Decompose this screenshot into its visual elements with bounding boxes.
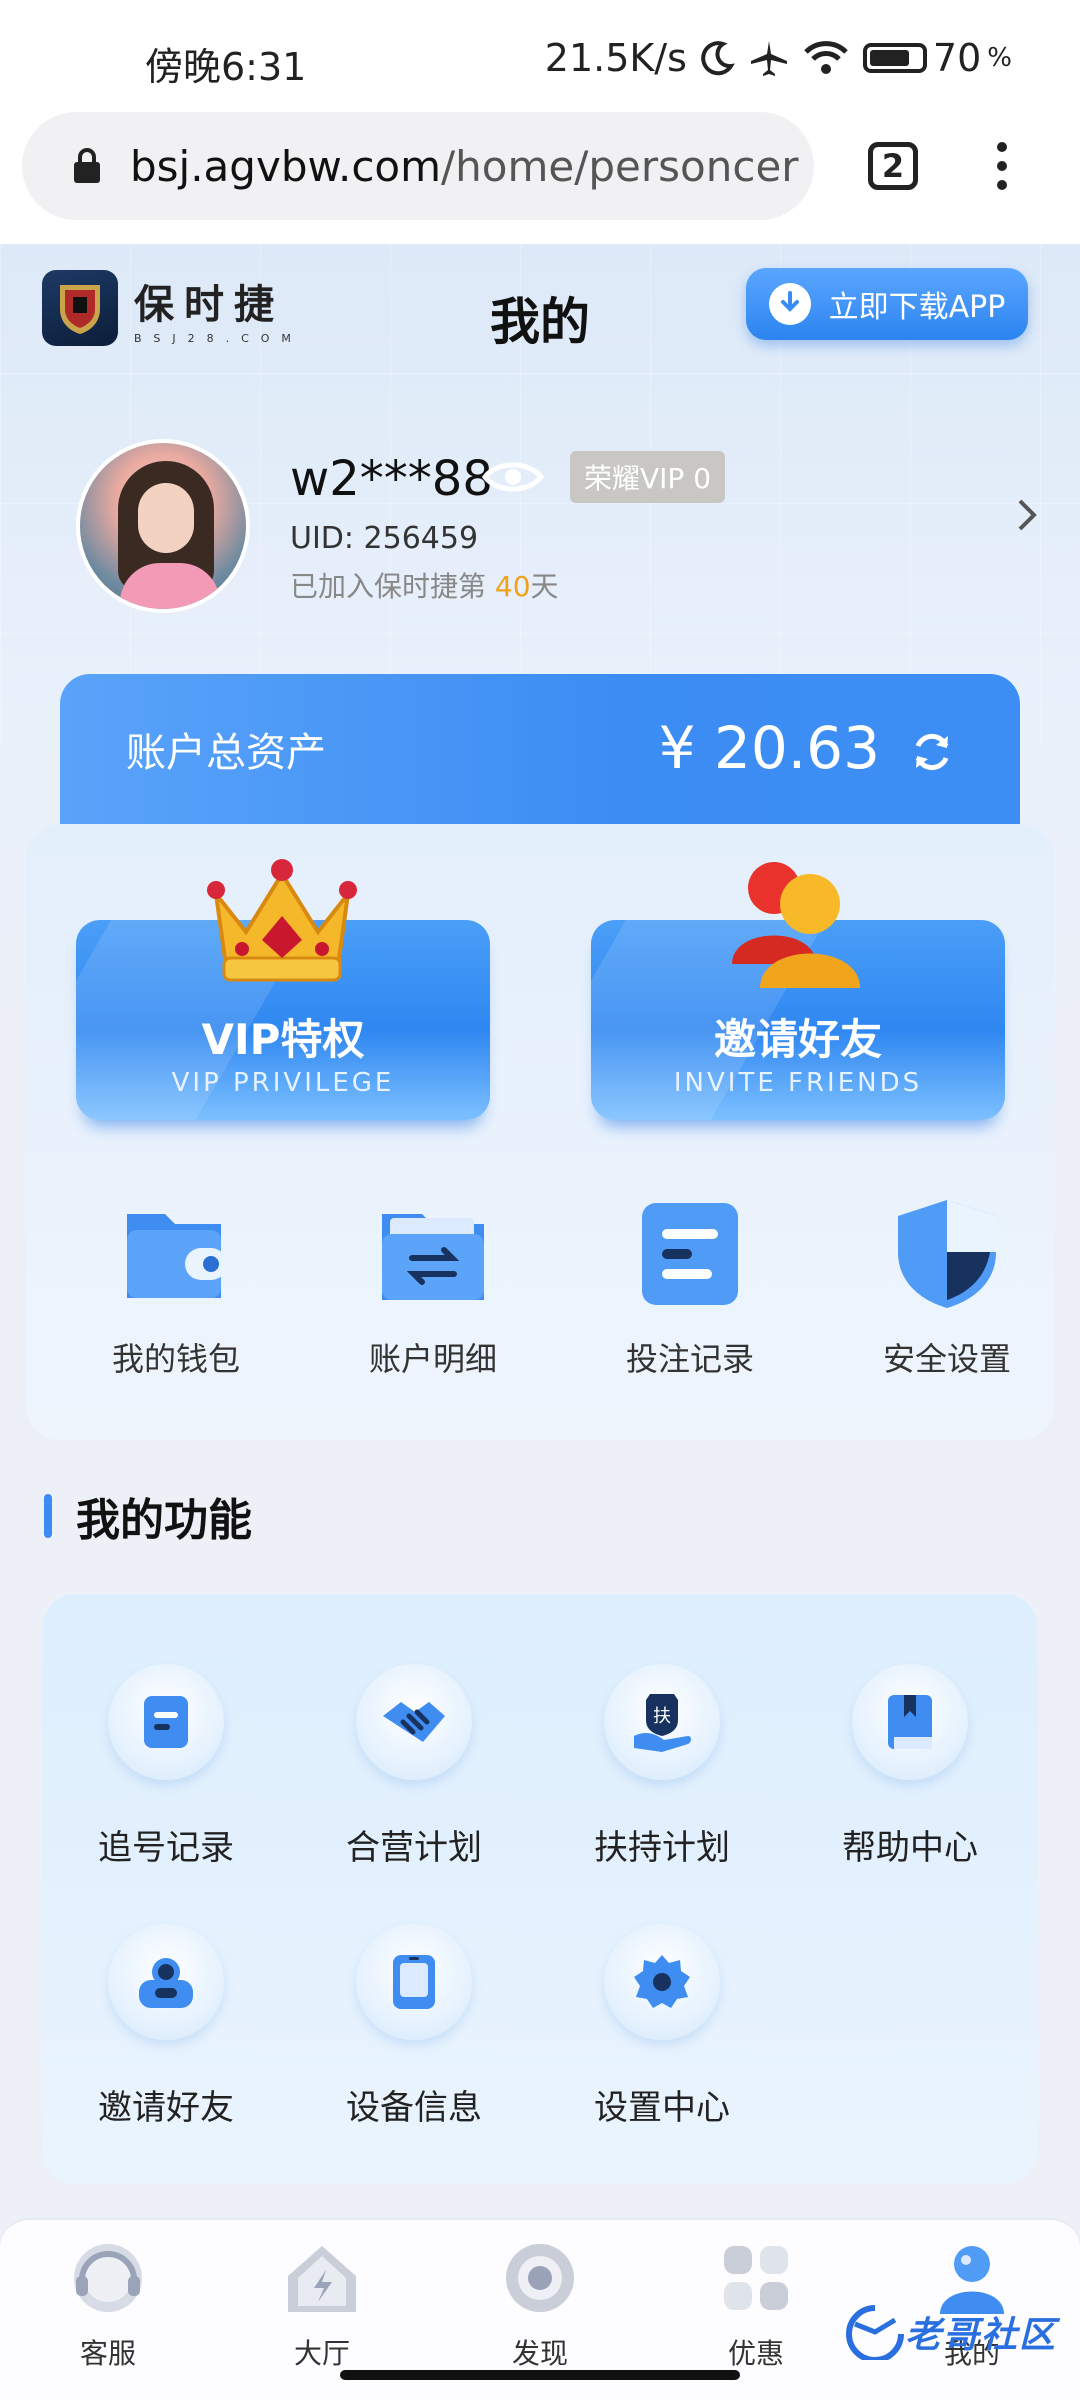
total-assets-card: 账户总资产 ¥ 20.63: [60, 674, 1020, 834]
my-functions-card: 追号记录 合营计划 扶 扶持计划 帮助中心 邀请好友 设备信息 设置中心: [42, 1594, 1038, 2184]
user-id: UID: 256459: [290, 521, 479, 556]
shield-icon: [898, 1200, 996, 1308]
top-header: 保时捷 BSJ28.COM 我的 立即下载APP: [0, 244, 1080, 374]
svg-text:扶: 扶: [653, 1706, 671, 1727]
people-icon: [732, 862, 860, 988]
section-accent-bar: [44, 1494, 52, 1538]
nav-discover[interactable]: 发现: [450, 2232, 630, 2372]
battery-icon: [862, 43, 927, 73]
users-icon: [139, 1958, 193, 2008]
airplane-icon: [750, 41, 787, 76]
function-joint-venture-plan[interactable]: 合营计划: [314, 1664, 514, 1869]
vip-level-badge: 荣耀VIP 0: [570, 451, 726, 503]
crown-icon: [207, 859, 357, 982]
watermark-logo: 老哥社区: [845, 2300, 1065, 2364]
quick-action-account-details[interactable]: 账户明细: [333, 1194, 533, 1380]
battery-level: 70: [932, 36, 982, 80]
quick-action-bet-records[interactable]: 投注记录: [590, 1194, 790, 1380]
nav-customer-service[interactable]: 客服: [18, 2232, 198, 2372]
wallet-icon: [127, 1214, 227, 1298]
document-icon: [642, 1203, 738, 1305]
my-functions-title: 我的功能: [76, 1495, 252, 1546]
watermark-text: 老哥社区: [905, 2315, 1058, 2356]
tabs-button[interactable]: 2: [868, 142, 918, 190]
invite-friends-subtitle: INVITE FRIENDS: [673, 1068, 923, 1098]
moon-icon: [701, 41, 735, 76]
function-tracking-records[interactable]: 追号记录: [66, 1664, 266, 1869]
discover-icon: [506, 2244, 574, 2312]
download-app-label: 立即下载APP: [828, 290, 1006, 325]
total-assets-value: ¥ 20.63: [658, 714, 880, 782]
headset-icon: [74, 2244, 142, 2312]
quick-actions: 我的钱包 账户明细 投注记录 安全设置: [26, 1194, 1054, 1394]
quick-menu-card: VIP特权 VIP PRIVILEGE 邀请好友 INVITE FRIENDS …: [26, 824, 1054, 1440]
quick-action-security-settings[interactable]: 安全设置: [847, 1194, 1047, 1380]
total-assets-label: 账户总资产: [126, 730, 326, 776]
browser-toolbar: bsj.agvbw.com/home/personcer 2: [0, 112, 1080, 244]
gear-icon: [634, 1955, 690, 2008]
avatar[interactable]: [76, 439, 250, 613]
network-speed: 21.5K/s: [544, 36, 687, 80]
status-bar: 傍晚6:31 21.5K/s 70%: [0, 0, 1080, 112]
address-bar[interactable]: bsj.agvbw.com/home/personcer: [22, 112, 814, 220]
gift-icon: [724, 2246, 788, 2310]
joined-days: 已加入保时捷第 40天: [290, 570, 559, 603]
quick-action-wallet[interactable]: 我的钱包: [76, 1194, 276, 1380]
home-icon: [288, 2246, 356, 2312]
profile-section[interactable]: w2***88 荣耀VIP 0 UID: 256459 已加入保时捷第 40天: [0, 439, 1080, 619]
status-time: 傍晚6:31: [145, 45, 307, 89]
community-logo-icon: [846, 2305, 904, 2360]
download-app-button[interactable]: 立即下载APP: [746, 268, 1028, 340]
home-indicator[interactable]: [340, 2370, 740, 2380]
page-content: 保时捷 BSJ28.COM 我的 立即下载APP w2***88 荣耀VIP 0…: [0, 244, 1080, 2400]
battery-unit: %: [987, 43, 1012, 73]
chevron-right-icon[interactable]: [1016, 497, 1038, 533]
lock-icon: [74, 148, 100, 183]
download-icon: [768, 283, 811, 325]
tablet-icon: [393, 1955, 435, 2009]
vip-privilege-title: VIP特权: [201, 1015, 365, 1064]
function-device-info[interactable]: 设备信息: [314, 1924, 514, 2129]
my-functions-heading: 我的功能: [44, 1484, 252, 1548]
eye-icon[interactable]: [482, 457, 544, 497]
browser-menu-button[interactable]: [995, 142, 1009, 192]
nav-promotions[interactable]: 优惠: [666, 2232, 846, 2372]
handshake-icon: [383, 1702, 445, 1742]
battery-indicator: 70%: [862, 36, 1012, 80]
function-settings-center[interactable]: 设置中心: [562, 1924, 762, 2129]
note-icon: [144, 1696, 188, 1748]
wifi-icon: [804, 41, 848, 74]
nav-lobby[interactable]: 大厅: [232, 2232, 412, 2372]
function-invite-friends[interactable]: 邀请好友: [66, 1924, 266, 2129]
function-help-center[interactable]: 帮助中心: [810, 1664, 1010, 1869]
function-support-plan[interactable]: 扶 扶持计划: [562, 1664, 762, 1869]
vip-privilege-subtitle: VIP PRIVILEGE: [171, 1068, 395, 1098]
status-icons: 21.5K/s 70%: [545, 36, 1012, 80]
refresh-icon[interactable]: [908, 728, 956, 776]
invite-friends-title: 邀请好友: [713, 1015, 882, 1064]
url-text: bsj.agvbw.com/home/personcer: [130, 141, 799, 191]
book-icon: [888, 1695, 932, 1749]
folder-transfer-icon: [382, 1214, 484, 1300]
username: w2***88: [290, 451, 493, 507]
support-hand-icon: 扶: [634, 1694, 691, 1752]
